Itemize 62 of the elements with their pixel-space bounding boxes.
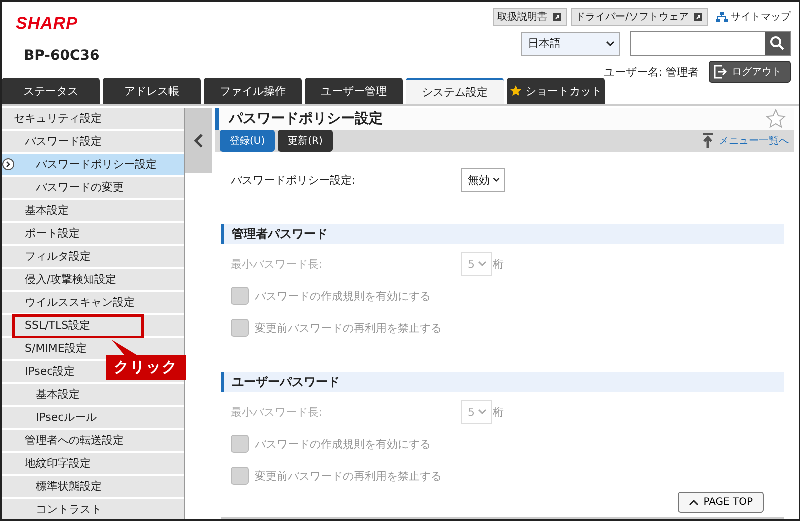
model-name: BP-60C36: [23, 48, 100, 64]
search-field[interactable]: [630, 31, 791, 56]
unit-label: 桁: [493, 256, 504, 272]
chevron-left-icon: [194, 132, 204, 148]
sidebar-item[interactable]: 標準状態設定: [2, 476, 184, 499]
sidebar-item[interactable]: パスワードの変更: [2, 177, 184, 200]
field-label: 最小パスワード長:: [231, 404, 324, 420]
field-label: 最小パスワード長:: [231, 256, 324, 272]
brand-logo: SHARP: [16, 14, 80, 34]
checkbox-label: パスワードの作成規則を有効にする: [255, 436, 431, 452]
sitemap-link[interactable]: サイトマップ: [712, 10, 791, 24]
logout-button[interactable]: ログアウト: [709, 61, 791, 83]
sidebar-item[interactable]: フィルタ設定: [2, 246, 184, 269]
nav-tab[interactable]: ファイル操作: [204, 78, 302, 104]
page-top-button[interactable]: PAGE TOP: [678, 492, 764, 513]
sidebar-item[interactable]: 地紋印字設定: [2, 453, 184, 476]
search-button[interactable]: [765, 32, 790, 55]
caret-icon: [478, 261, 487, 267]
menu-list-link[interactable]: メニュー一覧へ: [701, 133, 789, 149]
sidebar-item[interactable]: IPsecルール: [2, 407, 184, 430]
unit-label: 桁: [493, 404, 504, 420]
collapse-sidebar-button[interactable]: [185, 108, 212, 173]
nav-tab[interactable]: ショートカット: [507, 78, 605, 104]
refresh-button[interactable]: 更新(R): [278, 130, 333, 152]
caret-icon: [493, 177, 500, 183]
field-label: パスワードポリシー設定:: [231, 172, 357, 188]
external-link-icon: [552, 12, 562, 22]
sidebar-item[interactable]: 侵入/攻撃検知設定: [2, 269, 184, 292]
logout-icon: [714, 65, 728, 79]
user-name-label: ユーザー名: 管理者: [604, 64, 699, 80]
caret-icon: [478, 409, 487, 415]
sidebar-item[interactable]: 基本設定: [2, 384, 184, 407]
register-button[interactable]: 登録(U): [220, 130, 276, 152]
checkbox-label: 変更前パスワードの再利用を禁止する: [255, 468, 442, 484]
nav-tab[interactable]: ユーザー管理: [305, 78, 403, 104]
sidebar-item[interactable]: コントラスト: [2, 499, 184, 519]
manual-link[interactable]: ドライバー/ソフトウェア: [570, 8, 708, 26]
sidebar-item[interactable]: ウイルススキャン設定: [2, 292, 184, 315]
section-heading: 管理者パスワード: [221, 224, 784, 244]
sidebar-item[interactable]: 管理者への転送設定: [2, 430, 184, 453]
sidebar-item[interactable]: 基本設定: [2, 200, 184, 223]
section-heading: ユーザーパスワード: [221, 372, 784, 392]
sitemap-icon: [716, 12, 728, 22]
external-link-icon: [694, 12, 703, 22]
sidebar-item[interactable]: セキュリティ設定: [2, 108, 184, 131]
search-icon: [770, 36, 785, 51]
checkbox-label: 変更前パスワードの再利用を禁止する: [255, 320, 442, 336]
nav-tab[interactable]: ステータス: [2, 78, 100, 104]
nav-tab[interactable]: アドレス帳: [103, 78, 201, 104]
caret-icon: [606, 40, 615, 46]
sidebar-item[interactable]: パスワード設定: [2, 131, 184, 154]
sidebar-item[interactable]: SSL/TLS設定: [2, 315, 184, 338]
checkbox-label: パスワードの作成規則を有効にする: [255, 288, 431, 304]
manual-link[interactable]: 取扱説明書: [492, 8, 567, 26]
language-select[interactable]: 日本語: [521, 32, 620, 56]
nav-tab[interactable]: システム設定: [406, 78, 504, 104]
caret-up-icon: [688, 500, 699, 506]
policy-select[interactable]: 無効: [461, 168, 505, 192]
sidebar-item[interactable]: パスワードポリシー設定: [2, 154, 184, 177]
page-title: パスワードポリシー設定: [229, 110, 383, 128]
sidebar-item[interactable]: ポート設定: [2, 223, 184, 246]
favorite-star-icon[interactable]: [766, 109, 786, 129]
